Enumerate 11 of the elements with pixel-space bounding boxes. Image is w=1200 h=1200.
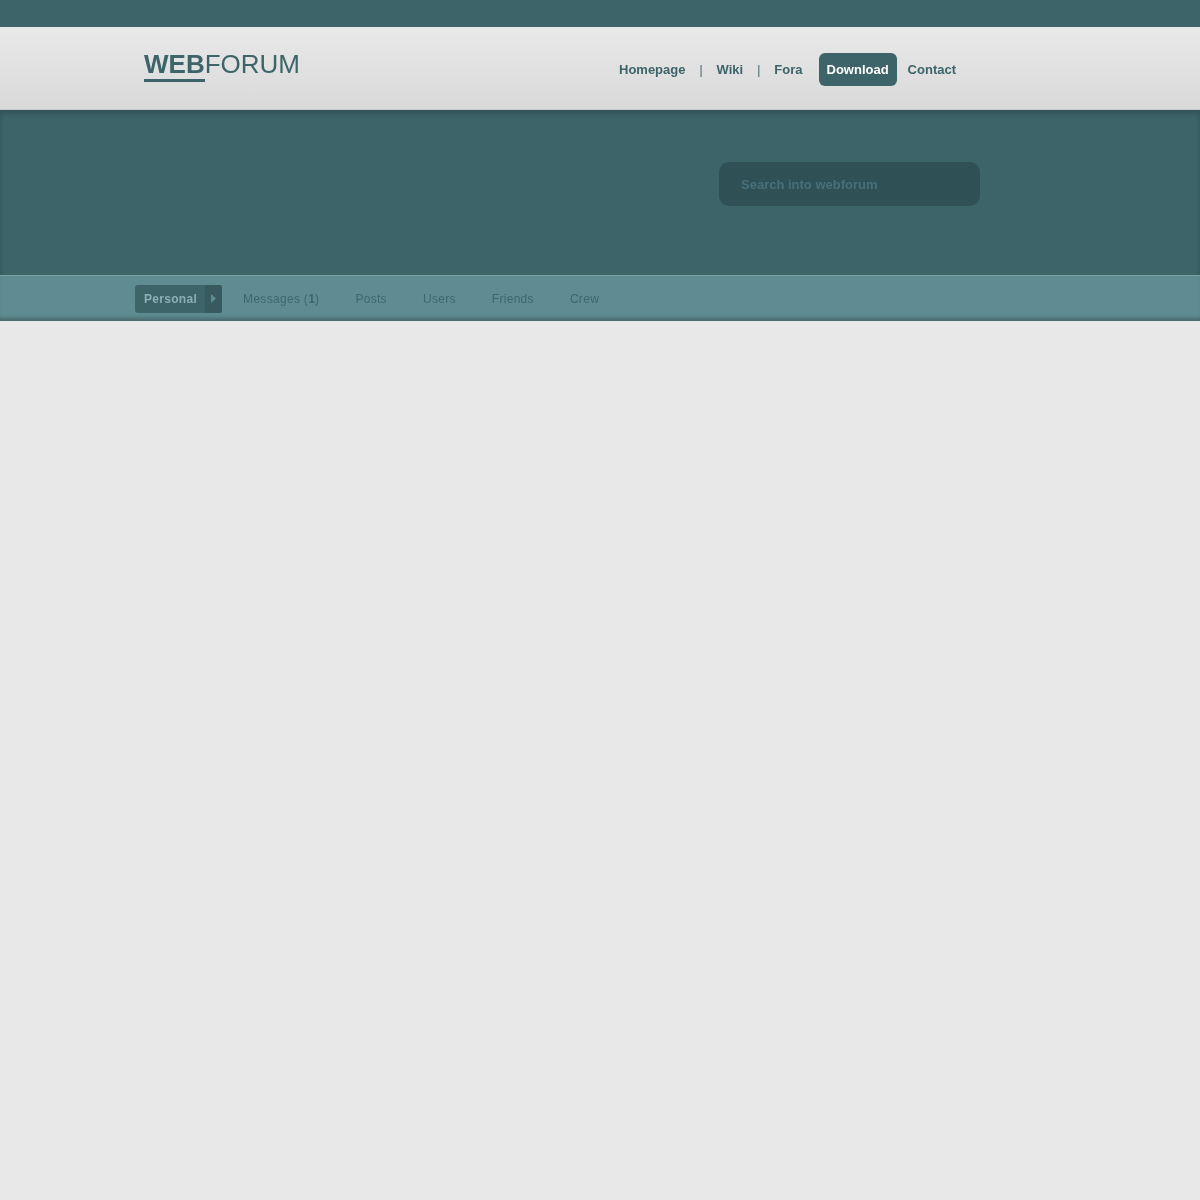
nav-link[interactable]: Wiki [708, 53, 752, 86]
nav-separator: | [698, 62, 704, 77]
tab[interactable]: Personal [135, 284, 223, 313]
logo-text: WEB [144, 49, 205, 82]
nav-button[interactable]: Download [818, 53, 897, 86]
nav-separator: | [756, 62, 762, 77]
nav-link[interactable]: Contact [899, 53, 964, 86]
arrow-icon [211, 294, 217, 303]
nav-link[interactable]: Fora [766, 53, 811, 86]
nav-link[interactable]: Homepage [611, 53, 694, 86]
logo-text: FORUM [204, 49, 300, 81]
